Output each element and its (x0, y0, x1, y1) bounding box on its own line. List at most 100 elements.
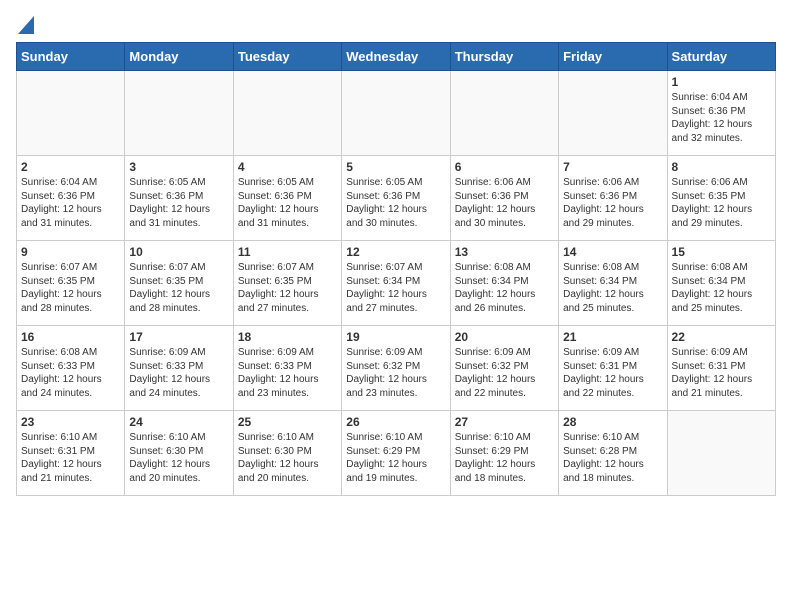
day-number: 6 (455, 160, 554, 174)
calendar-cell (559, 71, 667, 156)
day-number: 18 (238, 330, 337, 344)
calendar-cell: 25 Sunrise: 6:10 AM Sunset: 6:30 PM Dayli… (233, 411, 341, 496)
day-number: 22 (672, 330, 771, 344)
header (16, 16, 776, 34)
day-number: 4 (238, 160, 337, 174)
day-number: 16 (21, 330, 120, 344)
day-number: 14 (563, 245, 662, 259)
calendar-cell: 5 Sunrise: 6:05 AM Sunset: 6:36 PM Daylig… (342, 156, 450, 241)
day-info: Sunrise: 6:06 AM Sunset: 6:36 PM Dayligh… (455, 176, 554, 230)
day-info: Sunrise: 6:09 AM Sunset: 6:33 PM Dayligh… (129, 346, 228, 400)
week-row-5: 23 Sunrise: 6:10 AM Sunset: 6:31 PM Dayli… (17, 411, 776, 496)
day-info: Sunrise: 6:04 AM Sunset: 6:36 PM Dayligh… (672, 91, 771, 145)
day-info: Sunrise: 6:06 AM Sunset: 6:36 PM Dayligh… (563, 176, 662, 230)
day-info: Sunrise: 6:08 AM Sunset: 6:33 PM Dayligh… (21, 346, 120, 400)
week-row-1: 1 Sunrise: 6:04 AM Sunset: 6:36 PM Daylig… (17, 71, 776, 156)
day-number: 15 (672, 245, 771, 259)
day-info: Sunrise: 6:04 AM Sunset: 6:36 PM Dayligh… (21, 176, 120, 230)
day-info: Sunrise: 6:09 AM Sunset: 6:31 PM Dayligh… (672, 346, 771, 400)
day-number: 19 (346, 330, 445, 344)
day-number: 2 (21, 160, 120, 174)
header-wednesday: Wednesday (342, 43, 450, 71)
calendar-cell: 7Sunrise: 6:06 AM Sunset: 6:36 PM Daylig… (559, 156, 667, 241)
calendar-cell: 21 Sunrise: 6:09 AM Sunset: 6:31 PM Dayli… (559, 326, 667, 411)
day-number: 3 (129, 160, 228, 174)
day-number: 23 (21, 415, 120, 429)
calendar-cell: 2 Sunrise: 6:04 AM Sunset: 6:36 PM Daylig… (17, 156, 125, 241)
calendar-cell (233, 71, 341, 156)
header-monday: Monday (125, 43, 233, 71)
day-number: 9 (21, 245, 120, 259)
day-info: Sunrise: 6:05 AM Sunset: 6:36 PM Dayligh… (346, 176, 445, 230)
day-number: 27 (455, 415, 554, 429)
header-saturday: Saturday (667, 43, 775, 71)
day-number: 25 (238, 415, 337, 429)
header-thursday: Thursday (450, 43, 558, 71)
calendar-cell: 1 Sunrise: 6:04 AM Sunset: 6:36 PM Daylig… (667, 71, 775, 156)
day-info: Sunrise: 6:06 AM Sunset: 6:35 PM Dayligh… (672, 176, 771, 230)
calendar-cell: 13 Sunrise: 6:08 AM Sunset: 6:34 PM Dayli… (450, 241, 558, 326)
calendar-cell: 20Sunrise: 6:09 AM Sunset: 6:32 PM Dayli… (450, 326, 558, 411)
calendar-cell: 8 Sunrise: 6:06 AM Sunset: 6:35 PM Daylig… (667, 156, 775, 241)
day-info: Sunrise: 6:10 AM Sunset: 6:28 PM Dayligh… (563, 431, 662, 485)
day-info: Sunrise: 6:05 AM Sunset: 6:36 PM Dayligh… (129, 176, 228, 230)
calendar-cell: 24 Sunrise: 6:10 AM Sunset: 6:30 PM Dayli… (125, 411, 233, 496)
day-info: Sunrise: 6:10 AM Sunset: 6:30 PM Dayligh… (238, 431, 337, 485)
day-info: Sunrise: 6:09 AM Sunset: 6:31 PM Dayligh… (563, 346, 662, 400)
day-number: 12 (346, 245, 445, 259)
calendar-cell: 9Sunrise: 6:07 AM Sunset: 6:35 PM Daylig… (17, 241, 125, 326)
day-info: Sunrise: 6:08 AM Sunset: 6:34 PM Dayligh… (563, 261, 662, 315)
day-info: Sunrise: 6:07 AM Sunset: 6:35 PM Dayligh… (238, 261, 337, 315)
calendar-cell: 17 Sunrise: 6:09 AM Sunset: 6:33 PM Dayli… (125, 326, 233, 411)
day-info: Sunrise: 6:10 AM Sunset: 6:30 PM Dayligh… (129, 431, 228, 485)
day-number: 8 (672, 160, 771, 174)
calendar-cell: 15Sunrise: 6:08 AM Sunset: 6:34 PM Dayli… (667, 241, 775, 326)
day-info: Sunrise: 6:09 AM Sunset: 6:33 PM Dayligh… (238, 346, 337, 400)
calendar-cell: 19 Sunrise: 6:09 AM Sunset: 6:32 PM Dayli… (342, 326, 450, 411)
calendar-cell: 3 Sunrise: 6:05 AM Sunset: 6:36 PM Daylig… (125, 156, 233, 241)
day-number: 1 (672, 75, 771, 89)
calendar-cell: 12Sunrise: 6:07 AM Sunset: 6:34 PM Dayli… (342, 241, 450, 326)
calendar-cell: 18 Sunrise: 6:09 AM Sunset: 6:33 PM Dayli… (233, 326, 341, 411)
calendar-cell (450, 71, 558, 156)
calendar-cell: 14 Sunrise: 6:08 AM Sunset: 6:34 PM Dayli… (559, 241, 667, 326)
calendar-cell: 23 Sunrise: 6:10 AM Sunset: 6:31 PM Dayli… (17, 411, 125, 496)
calendar-cell (342, 71, 450, 156)
day-info: Sunrise: 6:10 AM Sunset: 6:29 PM Dayligh… (346, 431, 445, 485)
calendar-cell: 28 Sunrise: 6:10 AM Sunset: 6:28 PM Dayli… (559, 411, 667, 496)
day-info: Sunrise: 6:08 AM Sunset: 6:34 PM Dayligh… (455, 261, 554, 315)
calendar-cell (125, 71, 233, 156)
calendar-cell: 16 Sunrise: 6:08 AM Sunset: 6:33 PM Dayli… (17, 326, 125, 411)
header-row: SundayMondayTuesdayWednesdayThursdayFrid… (17, 43, 776, 71)
day-info: Sunrise: 6:07 AM Sunset: 6:35 PM Dayligh… (129, 261, 228, 315)
day-number: 24 (129, 415, 228, 429)
header-sunday: Sunday (17, 43, 125, 71)
calendar-cell (667, 411, 775, 496)
day-number: 28 (563, 415, 662, 429)
day-info: Sunrise: 6:09 AM Sunset: 6:32 PM Dayligh… (346, 346, 445, 400)
calendar-cell: 22 Sunrise: 6:09 AM Sunset: 6:31 PM Dayli… (667, 326, 775, 411)
calendar-cell (17, 71, 125, 156)
day-number: 26 (346, 415, 445, 429)
calendar-cell: 27Sunrise: 6:10 AM Sunset: 6:29 PM Dayli… (450, 411, 558, 496)
day-number: 13 (455, 245, 554, 259)
day-number: 20 (455, 330, 554, 344)
week-row-4: 16 Sunrise: 6:08 AM Sunset: 6:33 PM Dayli… (17, 326, 776, 411)
week-row-3: 9 Sunrise: 6:07 AM Sunset: 6:35 PM Daylig… (17, 241, 776, 326)
day-info: Sunrise: 6:10 AM Sunset: 6:31 PM Dayligh… (21, 431, 120, 485)
day-number: 17 (129, 330, 228, 344)
calendar-cell: 11Sunrise: 6:07 AM Sunset: 6:35 PM Dayli… (233, 241, 341, 326)
header-friday: Friday (559, 43, 667, 71)
calendar-table: SundayMondayTuesdayWednesdayThursdayFrid… (16, 42, 776, 496)
logo (16, 16, 34, 34)
header-tuesday: Tuesday (233, 43, 341, 71)
week-row-2: 2 Sunrise: 6:04 AM Sunset: 6:36 PM Daylig… (17, 156, 776, 241)
calendar-cell: 26 Sunrise: 6:10 AM Sunset: 6:29 PM Dayli… (342, 411, 450, 496)
day-number: 10 (129, 245, 228, 259)
logo-triangle-icon (18, 16, 34, 34)
calendar-cell: 4 Sunrise: 6:05 AM Sunset: 6:36 PM Daylig… (233, 156, 341, 241)
day-number: 5 (346, 160, 445, 174)
day-info: Sunrise: 6:05 AM Sunset: 6:36 PM Dayligh… (238, 176, 337, 230)
day-number: 21 (563, 330, 662, 344)
calendar-cell: 6 Sunrise: 6:06 AM Sunset: 6:36 PM Daylig… (450, 156, 558, 241)
